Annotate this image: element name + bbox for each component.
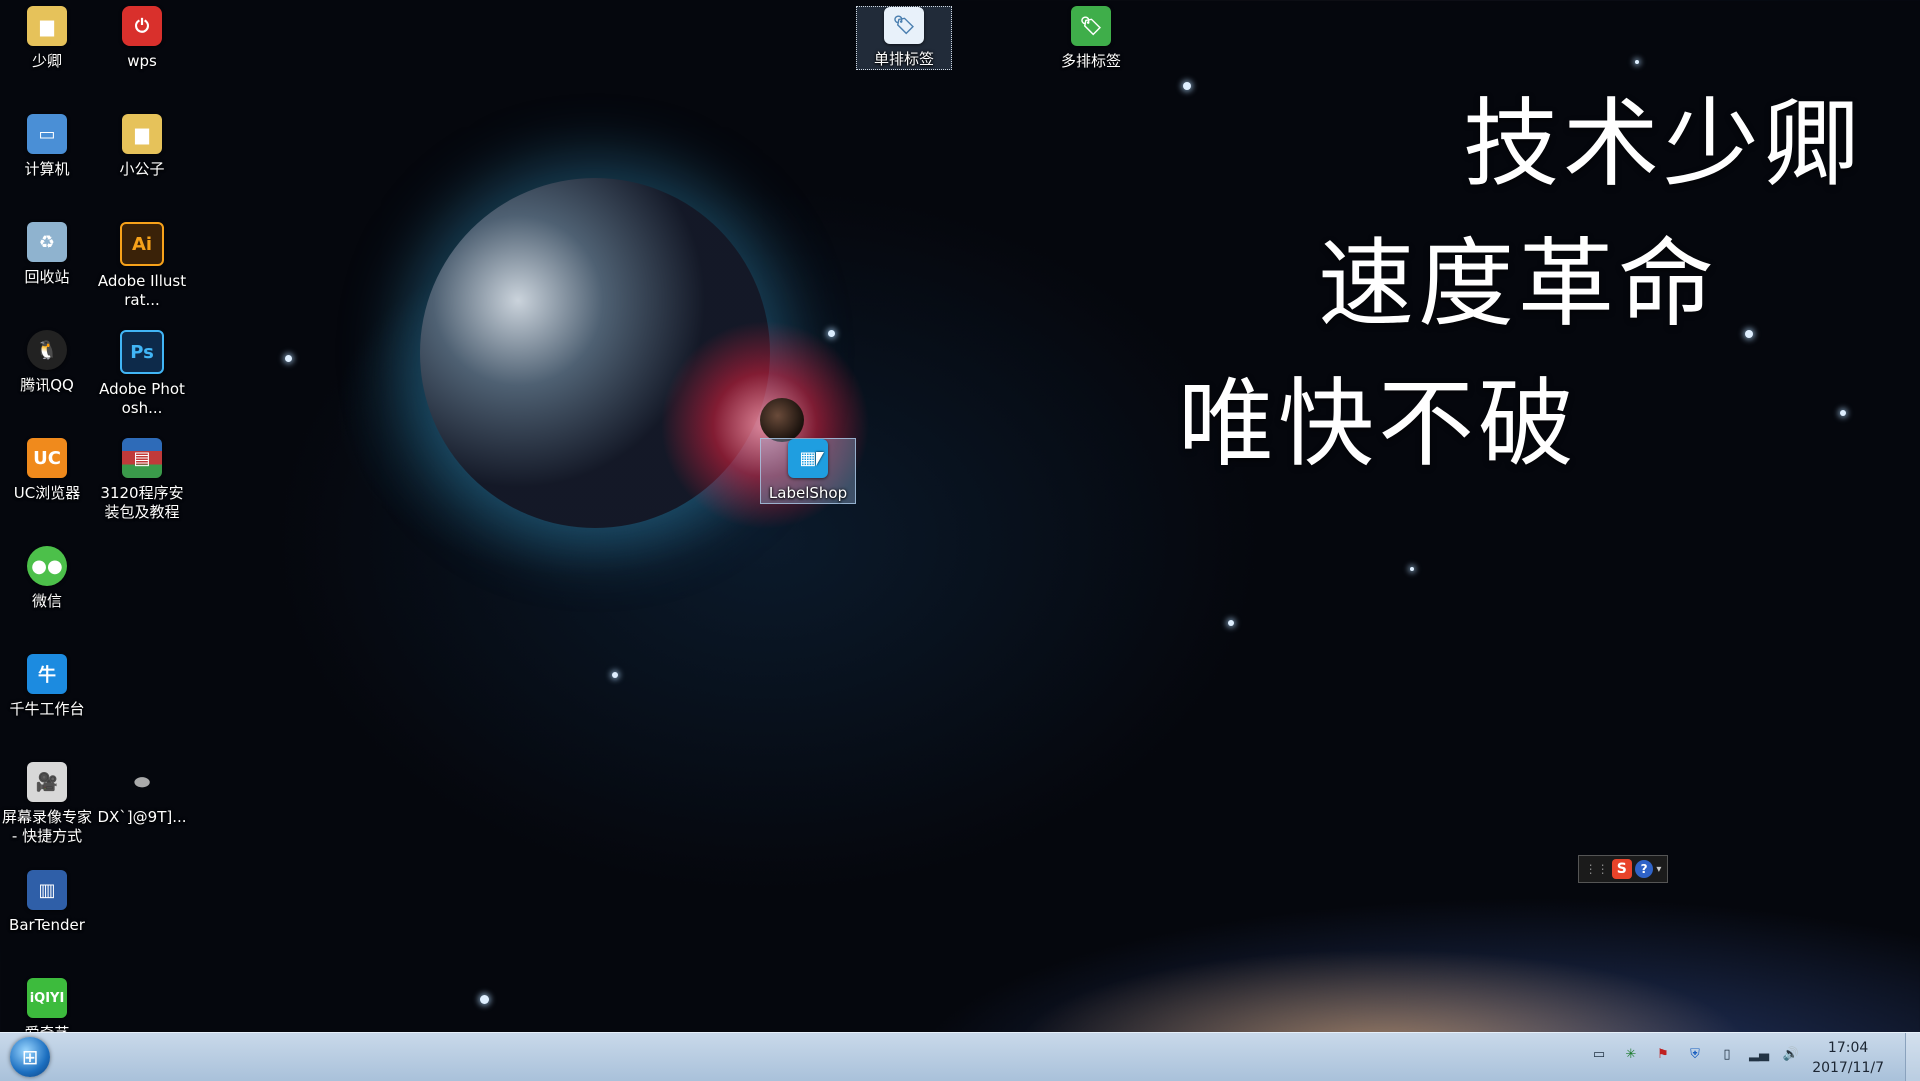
sogou-logo-icon[interactable]: S: [1611, 859, 1632, 879]
desktop-icon-label: wps: [127, 52, 157, 70]
desktop-icon-label: 单排标签: [873, 50, 934, 68]
iqiyi-icon: iQIYI: [27, 978, 67, 1018]
desktop-icon-label: 多排标签: [1060, 52, 1121, 70]
desktop-icon-label: 微信: [31, 592, 62, 610]
star-decoration: [1840, 410, 1846, 416]
desktop-icon-label: 爱奇艺: [0, 1024, 94, 1032]
desktop-icon-wps[interactable]: ⏻ wps: [95, 6, 189, 71]
chevron-down-icon[interactable]: ▾: [1656, 864, 1661, 875]
wallpaper-slogan-line1: 技术少卿: [1463, 88, 1863, 200]
desktop-icon-screen-recorder[interactable]: 🎥 屏幕录像专家 - 快捷方式: [0, 762, 94, 846]
shield-icon[interactable]: ⛨: [1686, 1045, 1704, 1063]
star-decoration: [1745, 330, 1753, 338]
show-desktop-button[interactable]: [1905, 1033, 1920, 1081]
desktop-icon-label: 小公子: [119, 160, 165, 178]
mouse-cursor-icon: [816, 452, 824, 466]
desktop-icon-label: BarTender: [9, 916, 85, 934]
wallpaper-slogan-line3: 唯快不破: [1178, 368, 1578, 480]
qianniu-icon: 牛: [27, 654, 67, 694]
star-decoration: [1635, 60, 1639, 64]
moon-image: [760, 398, 804, 442]
desktop-icon-label: UC浏览器: [13, 484, 81, 502]
photoshop-icon: Ps: [120, 330, 164, 374]
star-decoration: [1183, 82, 1191, 90]
desktop-icon-illustrator[interactable]: Ai Adobe Illustrat...: [95, 222, 189, 310]
ime-grip-icon[interactable]: ⋮⋮: [1585, 862, 1609, 876]
desktop-icon-wechat[interactable]: ●● 微信: [0, 546, 94, 611]
desktop-icon-label: 腾讯QQ: [20, 376, 74, 394]
recycle-bin-icon: ♻: [27, 222, 67, 262]
help-icon[interactable]: ?: [1635, 860, 1654, 878]
star-decoration: [612, 672, 618, 678]
start-button[interactable]: ⊞: [10, 1037, 50, 1077]
desktop-icon-bartender[interactable]: ▥ BarTender: [0, 870, 94, 935]
desktop-icon-uc-browser[interactable]: UC UC浏览器: [0, 438, 94, 503]
desktop: ▆ 少卿 ⏻ wps ▭ 计算机 ▆ 小公子 ♻ 回收站 Ai Adobe Il…: [0, 0, 1920, 1032]
qq-icon: 🐧: [27, 330, 67, 370]
network-app-icon[interactable]: ✳: [1622, 1045, 1640, 1063]
clock-date: 2017/11/7: [1812, 1060, 1884, 1076]
archive-icon: ▤: [122, 438, 162, 478]
label-file-icon: 🏷: [884, 7, 924, 44]
star-decoration: [828, 330, 835, 337]
desktop-icon-installer-archive[interactable]: ▤ 3120程序安装包及教程: [95, 438, 189, 522]
battery-icon[interactable]: ▯: [1718, 1045, 1736, 1063]
desktop-icon-image-file[interactable]: ⬬ DX`]@9T]...: [95, 762, 189, 827]
desktop-icon-label: LabelShop: [768, 484, 848, 502]
image-file-icon: ⬬: [134, 771, 150, 793]
wechat-icon: ●●: [27, 546, 67, 586]
desktop-icon-iqiyi[interactable]: iQIYI 爱奇艺: [0, 978, 94, 1032]
desktop-icon-photoshop[interactable]: Ps Adobe Photosh...: [95, 330, 189, 418]
desktop-icon-label: 3120程序安装包及教程: [100, 484, 184, 521]
folder-icon: ▆: [27, 6, 67, 46]
desktop-icon-label: Adobe Photosh...: [99, 380, 185, 417]
monitor-icon[interactable]: ▭: [1590, 1045, 1608, 1063]
wallpaper-slogan-line2: 速度革命: [1318, 228, 1718, 340]
desktop-icon-computer[interactable]: ▭ 计算机: [0, 114, 94, 179]
bartender-icon: ▥: [27, 870, 67, 910]
system-tray: ▭ ✳ ⚑ ⛨ ▯ ▂▄ 🔊: [1590, 1045, 1800, 1063]
desktop-icon-label: 千牛工作台: [9, 700, 85, 718]
desktop-icon-label: Adobe Illustrat...: [97, 272, 187, 309]
desktop-icon-qianniu[interactable]: 牛 千牛工作台: [0, 654, 94, 719]
desktop-icon-label: 屏幕录像专家 - 快捷方式: [1, 808, 92, 845]
desktop-icon-single-row-label[interactable]: 🏷 单排标签: [856, 6, 952, 70]
clock-time: 17:04: [1827, 1040, 1869, 1056]
desktop-icon-label: 计算机: [24, 160, 70, 178]
desktop-icon-shaoqing[interactable]: ▆ 少卿: [0, 6, 94, 71]
illustrator-icon: Ai: [120, 222, 164, 266]
wps-icon: ⏻: [122, 6, 162, 46]
screen-recorder-icon: 🎥: [27, 762, 67, 802]
desktop-icon-label: 回收站: [24, 268, 70, 286]
desktop-icon-xiaogongzi[interactable]: ▆ 小公子: [95, 114, 189, 179]
windows-logo-icon: ⊞: [21, 1045, 39, 1069]
desktop-icon-multi-row-label[interactable]: 🏷 多排标签: [1044, 6, 1138, 71]
uc-browser-icon: UC: [27, 438, 67, 478]
star-decoration: [285, 355, 292, 362]
volume-icon[interactable]: 🔊: [1782, 1045, 1800, 1063]
star-decoration: [480, 995, 489, 1004]
desktop-icon-labelshop[interactable]: ▦ LabelShop: [760, 438, 856, 504]
clock[interactable]: 17:04 2017/11/7: [1812, 1038, 1884, 1078]
signal-icon[interactable]: ▂▄: [1749, 1045, 1769, 1063]
ime-toolbar[interactable]: ⋮⋮ S ? ▾: [1578, 855, 1668, 883]
taskbar: ⊞ ▭ ✳ ⚑ ⛨ ▯ ▂▄ 🔊 17:04 2017/11/7: [0, 1032, 1920, 1081]
desktop-icon-label: 少卿: [31, 52, 62, 70]
desktop-icon-qq[interactable]: 🐧 腾讯QQ: [0, 330, 94, 395]
star-decoration: [1228, 620, 1234, 626]
computer-icon: ▭: [27, 114, 67, 154]
desktop-icon-label: DX`]@9T]...: [97, 808, 187, 826]
label-file-icon-green: 🏷: [1071, 6, 1111, 46]
desktop-icon-recycle-bin[interactable]: ♻ 回收站: [0, 222, 94, 287]
folder-icon: ▆: [122, 114, 162, 154]
flag-x-icon[interactable]: ⚑: [1654, 1045, 1672, 1063]
star-decoration: [1410, 567, 1414, 571]
